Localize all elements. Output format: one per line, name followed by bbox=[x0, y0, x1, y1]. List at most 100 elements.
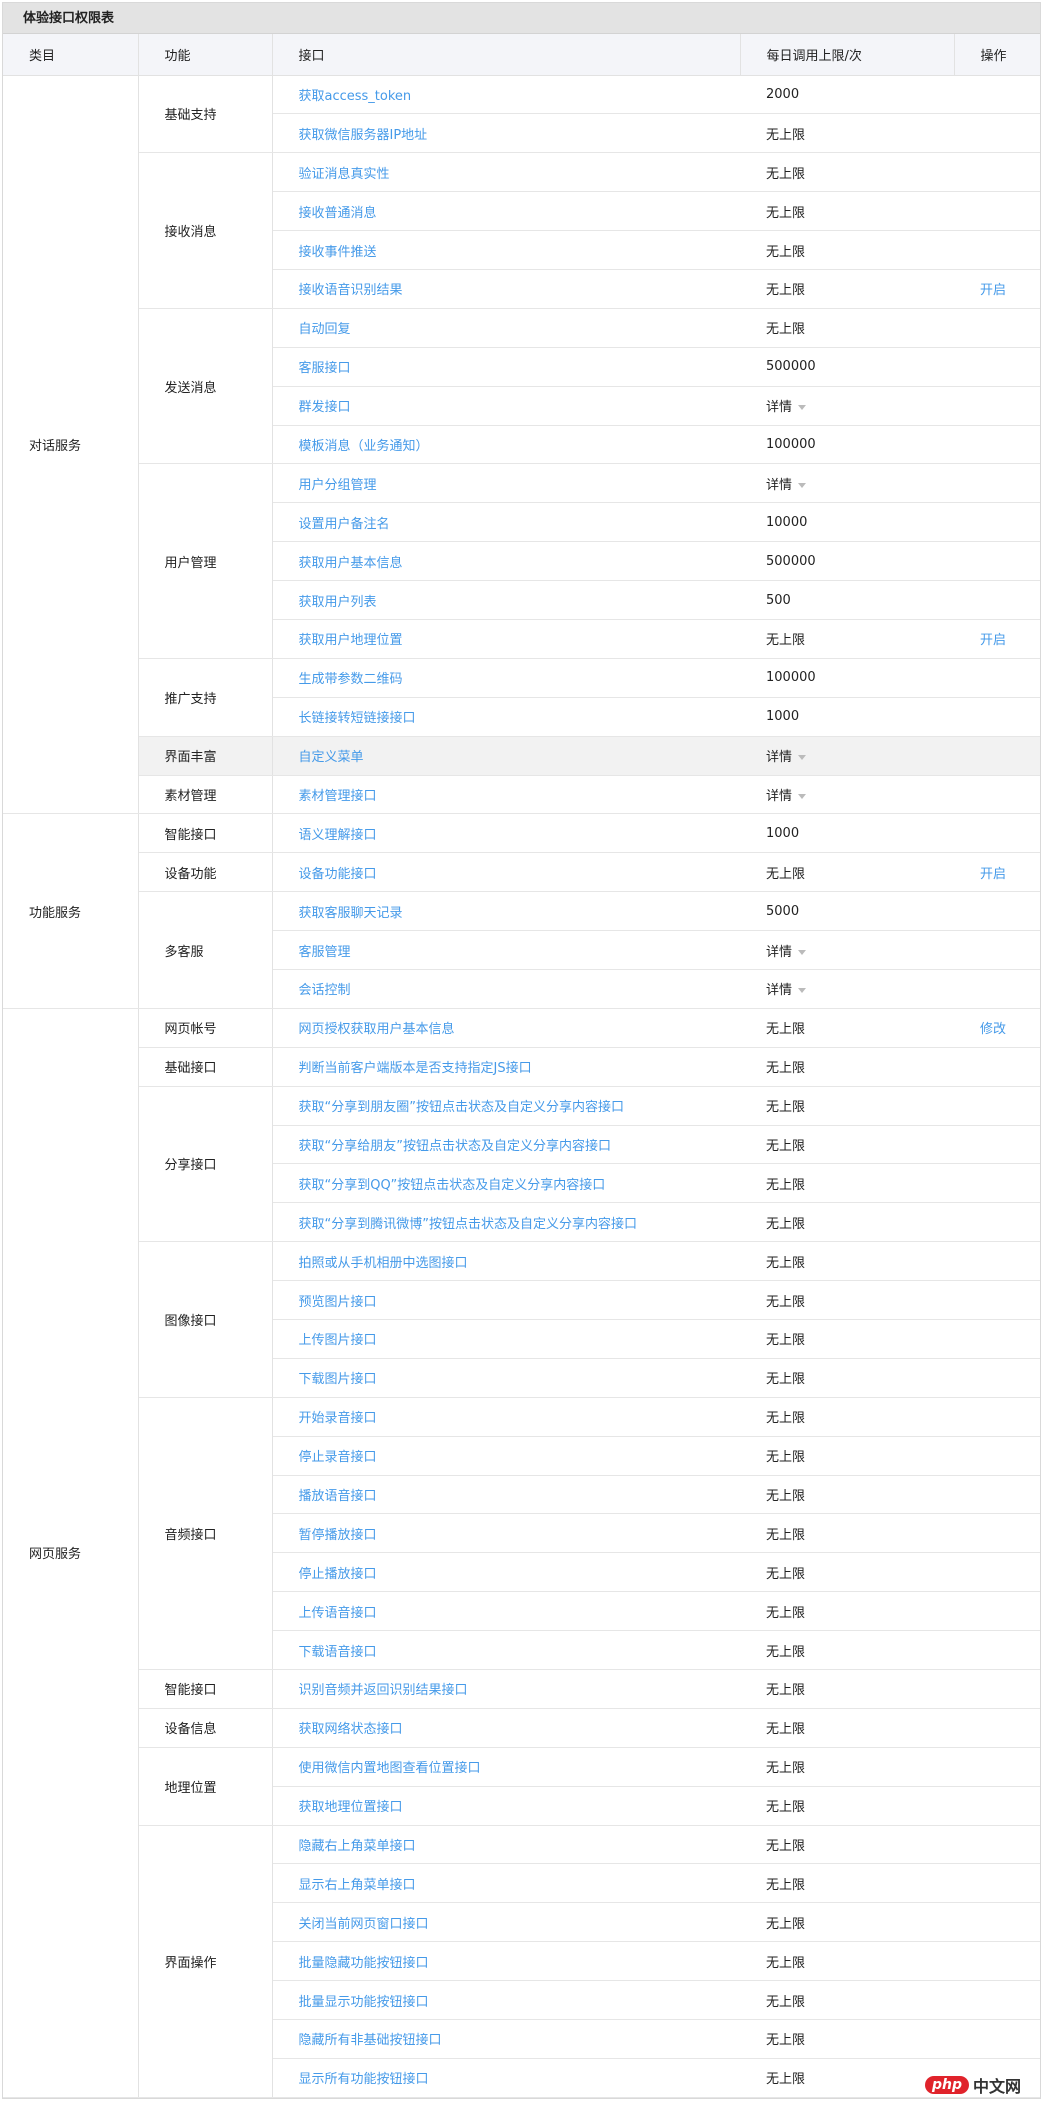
interface-link-text[interactable]: 识别音频并返回识别结果接口 bbox=[299, 1683, 468, 1698]
interface-link-text[interactable]: 接收语音识别结果 bbox=[299, 283, 403, 298]
interface-link-text[interactable]: 获取access_token bbox=[299, 89, 412, 104]
action-link[interactable]: 开启 bbox=[954, 619, 1040, 659]
action-link[interactable]: 修改 bbox=[954, 1008, 1040, 1048]
interface-link[interactable]: 关闭当前网页窗口接口 bbox=[272, 1902, 740, 1943]
interface-link-text[interactable]: 隐藏右上角菜单接口 bbox=[299, 1839, 416, 1854]
interface-link-text[interactable]: 判断当前客户端版本是否支持指定JS接口 bbox=[299, 1061, 532, 1076]
interface-link-text[interactable]: 使用微信内置地图查看位置接口 bbox=[299, 1761, 481, 1776]
interface-link[interactable]: 生成带参数二维码 bbox=[272, 658, 740, 698]
caret-down-icon[interactable] bbox=[798, 755, 807, 761]
interface-link-text[interactable]: 设备功能接口 bbox=[299, 867, 377, 882]
interface-link[interactable]: 播放语音接口 bbox=[272, 1475, 740, 1515]
interface-link[interactable]: 获取微信服务器IP地址 bbox=[272, 113, 740, 154]
interface-link-text[interactable]: 会话控制 bbox=[299, 983, 351, 998]
interface-link-text[interactable]: 批量隐藏功能按钮接口 bbox=[299, 1956, 429, 1971]
interface-link[interactable]: 获取“分享到朋友圈”按钮点击状态及自定义分享内容接口 bbox=[272, 1086, 740, 1126]
interface-link-text[interactable]: 批量显示功能按钮接口 bbox=[299, 1995, 429, 2010]
interface-link-text[interactable]: 客服管理 bbox=[299, 945, 351, 960]
interface-link[interactable]: 获取用户基本信息 bbox=[272, 541, 740, 582]
interface-link-text[interactable]: 获取“分享给朋友”按钮点击状态及自定义分享内容接口 bbox=[299, 1139, 611, 1154]
interface-link[interactable]: 获取网络状态接口 bbox=[272, 1708, 740, 1748]
interface-link[interactable]: 接收语音识别结果 bbox=[272, 269, 740, 309]
interface-link[interactable]: 接收事件推送 bbox=[272, 230, 740, 270]
interface-link-text[interactable]: 拍照或从手机相册中选图接口 bbox=[299, 1256, 468, 1271]
action-link-text[interactable]: 开启 bbox=[980, 867, 1006, 882]
interface-link[interactable]: 上传图片接口 bbox=[272, 1319, 740, 1359]
interface-link[interactable]: 用户分组管理 bbox=[272, 463, 740, 504]
interface-link[interactable]: 预览图片接口 bbox=[272, 1280, 740, 1320]
interface-link[interactable]: 批量隐藏功能按钮接口 bbox=[272, 1941, 740, 1982]
interface-link-text[interactable]: 接收普通消息 bbox=[299, 206, 377, 221]
interface-link[interactable]: 语义理解接口 bbox=[272, 813, 740, 854]
details-dropdown[interactable]: 详情 bbox=[740, 386, 954, 426]
action-link-text[interactable]: 开启 bbox=[980, 283, 1006, 298]
interface-link[interactable]: 获取“分享到QQ”按钮点击状态及自定义分享内容接口 bbox=[272, 1163, 740, 1204]
interface-link-text[interactable]: 播放语音接口 bbox=[299, 1489, 377, 1504]
interface-link[interactable]: 长链接转短链接接口 bbox=[272, 697, 740, 737]
interface-link[interactable]: 隐藏所有非基础按钮接口 bbox=[272, 2019, 740, 2059]
interface-link-text[interactable]: 获取用户基本信息 bbox=[299, 556, 403, 571]
interface-link-text[interactable]: 获取“分享到朋友圈”按钮点击状态及自定义分享内容接口 bbox=[299, 1100, 624, 1115]
interface-link[interactable]: 使用微信内置地图查看位置接口 bbox=[272, 1747, 740, 1787]
interface-link-text[interactable]: 网页授权获取用户基本信息 bbox=[299, 1022, 455, 1037]
interface-link-text[interactable]: 素材管理接口 bbox=[299, 789, 377, 804]
interface-link-text[interactable]: 预览图片接口 bbox=[299, 1295, 377, 1310]
interface-link-text[interactable]: 上传图片接口 bbox=[299, 1333, 377, 1348]
interface-link-text[interactable]: 下载语音接口 bbox=[299, 1645, 377, 1660]
interface-link[interactable]: 群发接口 bbox=[272, 386, 740, 426]
interface-link[interactable]: 下载图片接口 bbox=[272, 1358, 740, 1398]
interface-link[interactable]: 接收普通消息 bbox=[272, 191, 740, 232]
interface-link-text[interactable]: 生成带参数二维码 bbox=[299, 672, 403, 687]
interface-link-text[interactable]: 语义理解接口 bbox=[299, 828, 377, 843]
interface-link-text[interactable]: 长链接转短链接接口 bbox=[299, 711, 416, 726]
details-dropdown[interactable]: 详情 bbox=[740, 736, 954, 776]
interface-link[interactable]: 设置用户备注名 bbox=[272, 502, 740, 543]
interface-link[interactable]: 客服接口 bbox=[272, 347, 740, 387]
interface-link-text[interactable]: 获取“分享到QQ”按钮点击状态及自定义分享内容接口 bbox=[299, 1178, 606, 1193]
interface-link-text[interactable]: 关闭当前网页窗口接口 bbox=[299, 1917, 429, 1932]
interface-link[interactable]: 自动回复 bbox=[272, 308, 740, 348]
interface-link[interactable]: 获取客服聊天记录 bbox=[272, 891, 740, 932]
interface-link-text[interactable]: 下载图片接口 bbox=[299, 1372, 377, 1387]
action-link-text[interactable]: 开启 bbox=[980, 633, 1006, 648]
interface-link[interactable]: 网页授权获取用户基本信息 bbox=[272, 1008, 740, 1048]
interface-link[interactable]: 素材管理接口 bbox=[272, 775, 740, 815]
interface-link-text[interactable]: 开始录音接口 bbox=[299, 1411, 377, 1426]
details-dropdown[interactable]: 详情 bbox=[740, 775, 954, 815]
interface-link[interactable]: 获取“分享到腾讯微博”按钮点击状态及自定义分享内容接口 bbox=[272, 1202, 740, 1243]
interface-link-text[interactable]: 验证消息真实性 bbox=[299, 167, 390, 182]
interface-link[interactable]: 隐藏右上角菜单接口 bbox=[272, 1825, 740, 1865]
interface-link-text[interactable]: 暂停播放接口 bbox=[299, 1528, 377, 1543]
interface-link[interactable]: 验证消息真实性 bbox=[272, 152, 740, 193]
interface-link[interactable]: 获取access_token bbox=[272, 75, 740, 115]
interface-link[interactable]: 暂停播放接口 bbox=[272, 1513, 740, 1554]
interface-link-text[interactable]: 上传语音接口 bbox=[299, 1606, 377, 1621]
details-dropdown[interactable]: 详情 bbox=[740, 463, 954, 504]
caret-down-icon[interactable] bbox=[798, 405, 807, 411]
interface-link-text[interactable]: 停止录音接口 bbox=[299, 1450, 377, 1465]
caret-down-icon[interactable] bbox=[798, 949, 807, 955]
interface-link-text[interactable]: 隐藏所有非基础按钮接口 bbox=[299, 2033, 442, 2048]
interface-link[interactable]: 判断当前客户端版本是否支持指定JS接口 bbox=[272, 1047, 740, 1087]
interface-link-text[interactable]: 获取用户列表 bbox=[299, 595, 377, 610]
interface-link[interactable]: 获取用户地理位置 bbox=[272, 619, 740, 659]
interface-link-text[interactable]: 停止播放接口 bbox=[299, 1567, 377, 1582]
interface-link-text[interactable]: 用户分组管理 bbox=[299, 478, 377, 493]
interface-link[interactable]: 识别音频并返回识别结果接口 bbox=[272, 1669, 740, 1709]
interface-link[interactable]: 获取用户列表 bbox=[272, 580, 740, 620]
interface-link-text[interactable]: 模板消息（业务通知） bbox=[299, 439, 429, 454]
interface-link[interactable]: 客服管理 bbox=[272, 930, 740, 970]
interface-link[interactable]: 拍照或从手机相册中选图接口 bbox=[272, 1241, 740, 1282]
interface-link[interactable]: 会话控制 bbox=[272, 969, 740, 1009]
interface-link[interactable]: 开始录音接口 bbox=[272, 1397, 740, 1437]
interface-link-text[interactable]: 群发接口 bbox=[299, 400, 351, 415]
interface-link-text[interactable]: 获取用户地理位置 bbox=[299, 633, 403, 648]
interface-link[interactable]: 设备功能接口 bbox=[272, 852, 740, 893]
interface-link-text[interactable]: 获取地理位置接口 bbox=[299, 1800, 403, 1815]
interface-link[interactable]: 停止录音接口 bbox=[272, 1436, 740, 1476]
interface-link-text[interactable]: 自定义菜单 bbox=[299, 750, 364, 765]
interface-link[interactable]: 停止播放接口 bbox=[272, 1552, 740, 1593]
interface-link-text[interactable]: 获取微信服务器IP地址 bbox=[299, 128, 428, 143]
action-link[interactable]: 开启 bbox=[954, 269, 1040, 309]
interface-link-text[interactable]: 接收事件推送 bbox=[299, 245, 377, 260]
